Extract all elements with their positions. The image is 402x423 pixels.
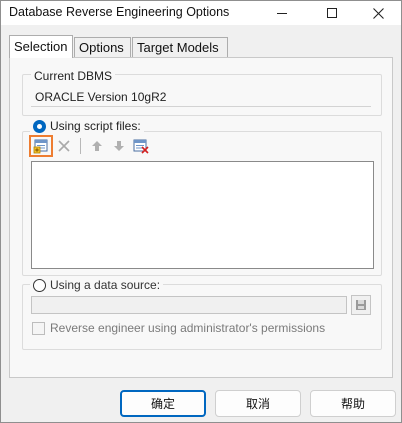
add-files-icon: [33, 139, 48, 154]
selection-panel: Current DBMS ORACLE Version 10gR2 Using …: [9, 57, 393, 378]
window-title: Database Reverse Engineering Options: [9, 5, 230, 19]
data-source-input[interactable]: [31, 296, 347, 314]
move-up-button[interactable]: [86, 136, 108, 156]
delete-icon: [58, 140, 70, 152]
minimize-button[interactable]: [259, 1, 304, 25]
close-icon: [373, 7, 384, 19]
dialog-window: Database Reverse Engineering Options Sel…: [0, 0, 402, 423]
data-source-radio[interactable]: [33, 278, 46, 292]
data-source-group: [22, 284, 382, 350]
tab-target-models[interactable]: Target Models: [132, 37, 228, 57]
help-button[interactable]: 帮助: [310, 390, 396, 417]
move-up-icon: [92, 141, 102, 151]
title-bar: Database Reverse Engineering Options: [1, 1, 401, 25]
move-down-button[interactable]: [108, 136, 130, 156]
close-button[interactable]: [356, 1, 401, 25]
maximize-button[interactable]: [309, 1, 354, 25]
move-down-icon: [114, 141, 124, 151]
current-dbms-value: ORACLE Version 10gR2: [31, 87, 371, 107]
script-toolbar: [29, 135, 152, 157]
delete-button[interactable]: [53, 136, 75, 156]
ok-button[interactable]: 确定: [120, 390, 206, 417]
toolbar-separator: [80, 138, 81, 154]
database-connection-icon: [356, 300, 366, 310]
minimize-icon: [276, 12, 287, 14]
select-data-source-button[interactable]: [351, 295, 371, 315]
admin-permissions-label: Reverse engineer using administrator's p…: [50, 321, 326, 335]
admin-permissions-checkbox[interactable]: [32, 321, 45, 335]
add-files-button[interactable]: [29, 135, 53, 157]
data-source-option[interactable]: Using a data source:: [30, 278, 164, 292]
cancel-button[interactable]: 取消: [215, 390, 301, 417]
script-files-list[interactable]: [31, 161, 374, 269]
maximize-icon: [326, 8, 337, 18]
current-dbms-label: Current DBMS: [31, 69, 116, 83]
script-files-option[interactable]: Using script files:: [30, 119, 144, 133]
script-files-radio[interactable]: [33, 119, 46, 133]
data-source-label: Using a data source:: [50, 278, 161, 292]
clear-list-button[interactable]: [130, 136, 152, 156]
admin-permissions-option[interactable]: Reverse engineer using administrator's p…: [32, 321, 325, 335]
clear-list-icon: [133, 139, 149, 154]
tab-selection[interactable]: Selection: [9, 35, 73, 58]
tab-options[interactable]: Options: [74, 37, 131, 57]
script-files-label: Using script files:: [50, 119, 141, 133]
